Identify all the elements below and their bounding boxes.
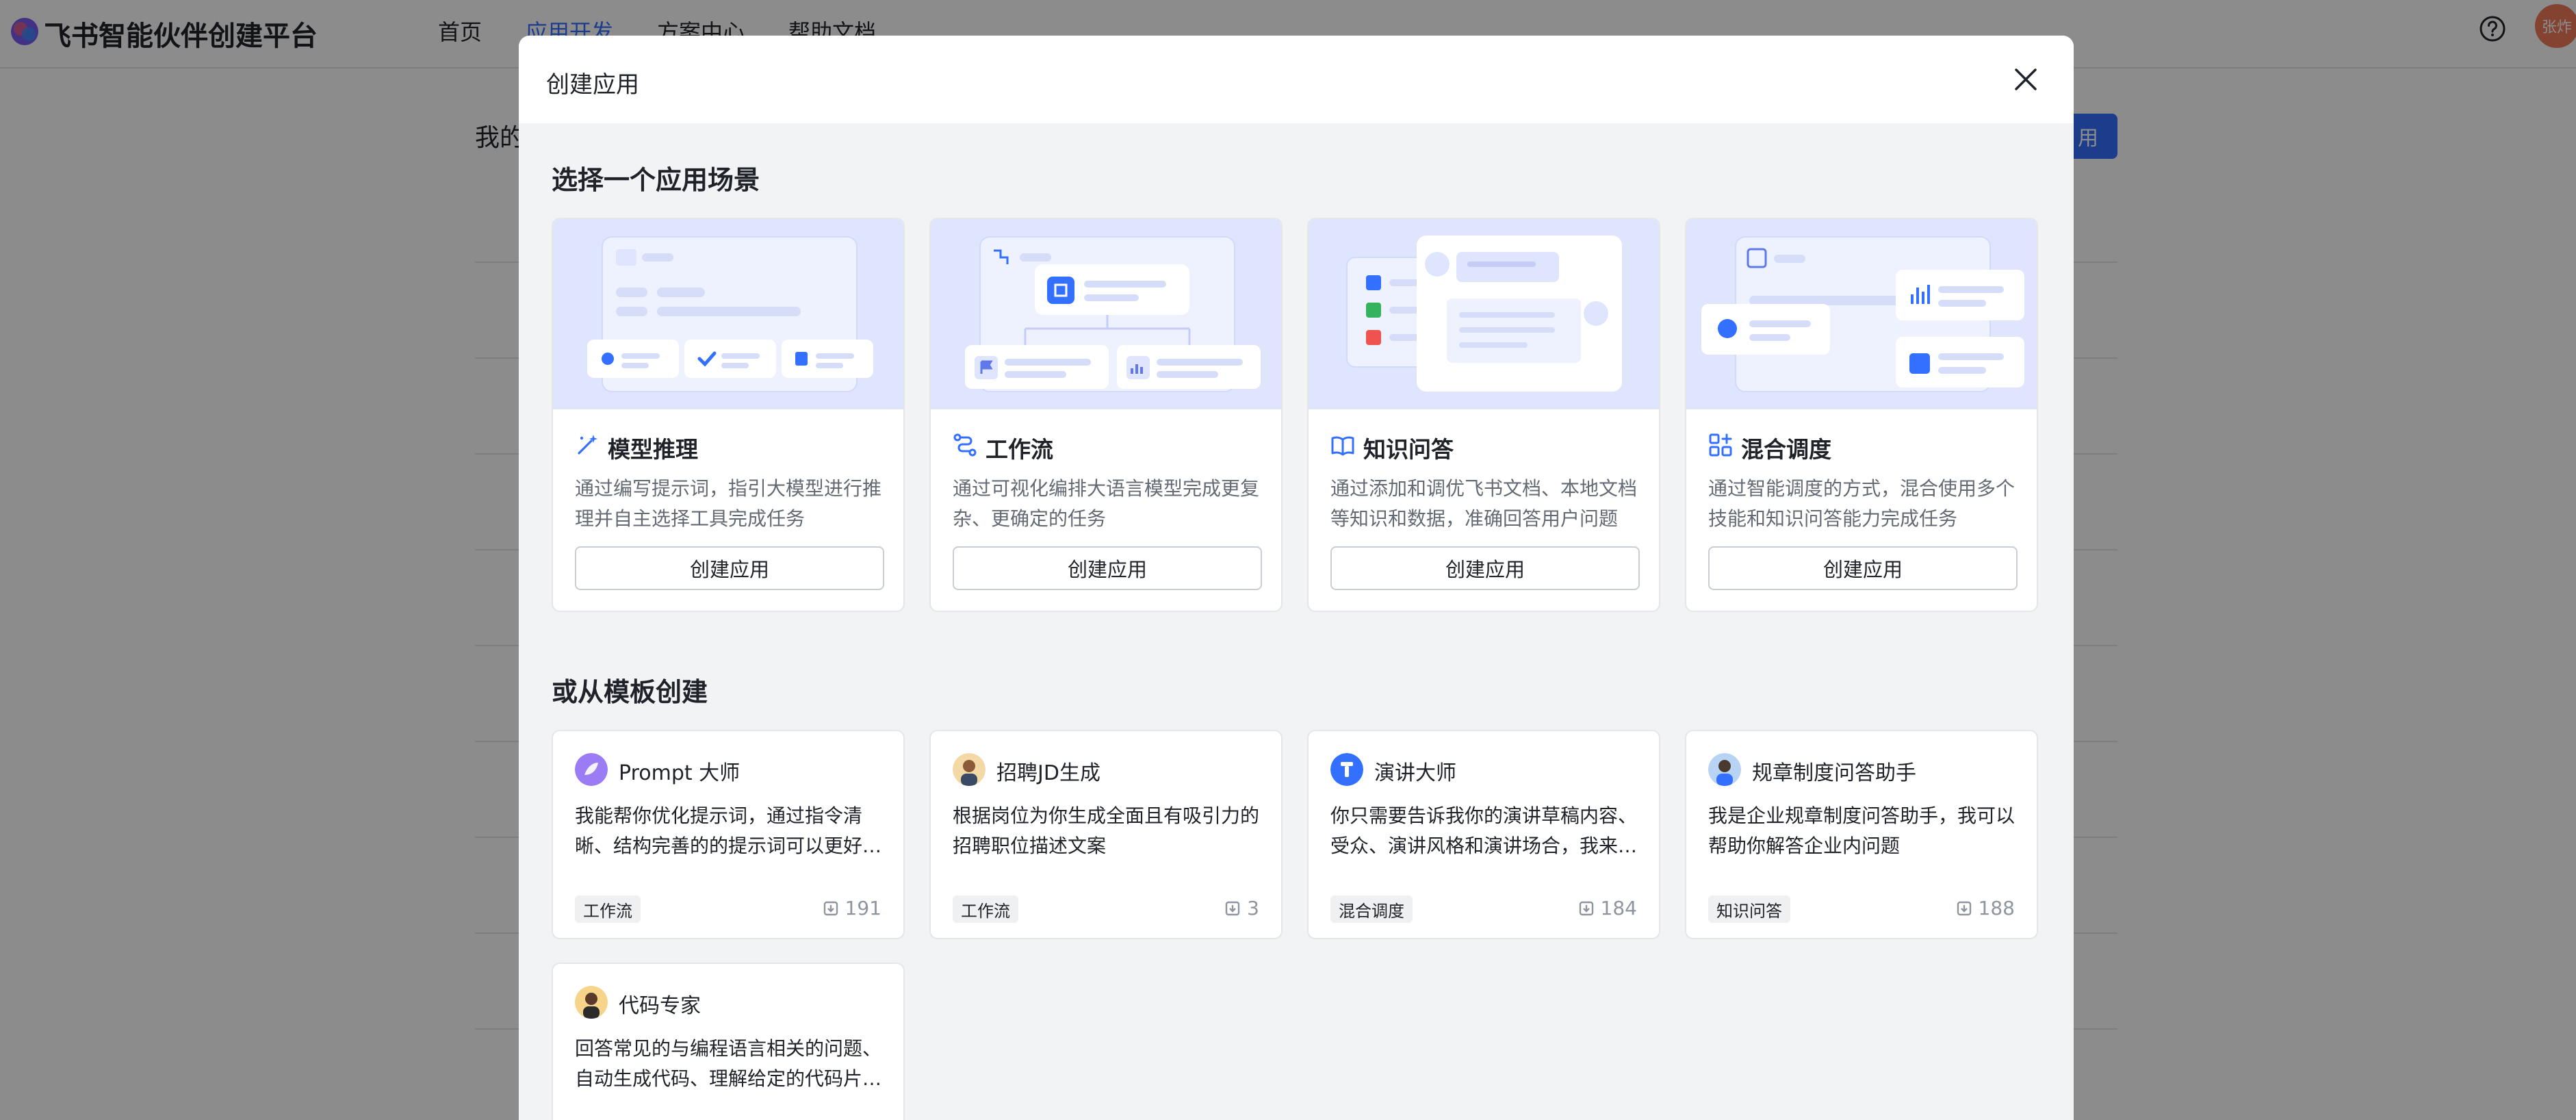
template-description: 我能帮你优化提示词，通过指令清晰、结构完善的的提示词可以更好地引导大模型 [575, 804, 882, 857]
template-tag: 知识问答 [1708, 895, 1790, 923]
template-description: 根据岗位为你生成全面且有吸引力的招聘职位描述文案 [953, 804, 1260, 857]
template-use-count: 188 [1955, 897, 2015, 919]
template-name: 规章制度问答助手 [1752, 761, 1916, 785]
scene-description: 通过编写提示词，指引大模型进行推理并自主选择工具完成任务 [575, 477, 882, 530]
scene-description: 通过可视化编排大语言模型完成更复杂、更确定的任务 [953, 477, 1260, 530]
template-avatar-icon [575, 986, 608, 1019]
create-app-modal: 创建应用 选择一个应用场景 模型推理 通过编写提示词，指引大模型进行推理并自主选… [519, 36, 2074, 1120]
modal-title: 创建应用 [546, 71, 639, 99]
template-use-count: 191 [822, 897, 881, 919]
template-count-value: 184 [1600, 897, 1637, 919]
template-section-title: 或从模板创建 [552, 677, 708, 707]
template-card-code-expert[interactable]: 代码专家 回答常见的与编程语言相关的问题、自动生成代码、理解给定的代码片段并解释 [552, 963, 905, 1120]
template-use-count: 184 [1577, 897, 1637, 919]
scene-card-model-inference[interactable]: 模型推理 通过编写提示词，指引大模型进行推理并自主选择工具完成任务 创建应用 [552, 218, 905, 612]
scene-name: 混合调度 [1741, 436, 1831, 463]
open-book-icon [1331, 436, 1354, 456]
scene-section-title: 选择一个应用场景 [552, 165, 760, 195]
scene-description: 通过添加和调优飞书文档、本地文档等知识和数据，准确回答用户问题 [1330, 477, 1638, 530]
scene-card-knowledge-qa[interactable]: 知识问答 通过添加和调优飞书文档、本地文档等知识和数据，准确回答用户问题 创建应… [1307, 218, 1660, 612]
grid-plus-icon [1709, 433, 1732, 457]
template-avatar-icon [1330, 753, 1363, 786]
usage-count-icon [1957, 901, 1971, 915]
template-tag: 工作流 [953, 895, 1018, 923]
scene-name: 工作流 [986, 436, 1053, 463]
scene-illustration [931, 219, 1281, 409]
template-card-jd-generation[interactable]: 招聘JD生成 根据岗位为你生成全面且有吸引力的招聘职位描述文案 工作流 3 [929, 730, 1283, 939]
template-card-policy-qa-assistant[interactable]: 规章制度问答助手 我是企业规章制度问答助手，我可以帮助你解答企业内问题 知识问答… [1685, 730, 2038, 939]
usage-count-icon [1579, 901, 1593, 915]
template-card-prompt-master[interactable]: Prompt 大师 我能帮你优化提示词，通过指令清晰、结构完善的的提示词可以更好… [552, 730, 905, 939]
template-tag: 工作流 [575, 895, 641, 923]
usage-count-icon [1225, 901, 1240, 915]
template-count-value: 191 [845, 897, 881, 919]
workflow-icon [953, 433, 977, 457]
scene-card-workflow[interactable]: 工作流 通过可视化编排大语言模型完成更复杂、更确定的任务 创建应用 [929, 218, 1283, 612]
template-name: 演讲大师 [1374, 761, 1456, 785]
usage-count-icon [823, 901, 838, 915]
create-app-button[interactable]: 创建应用 [575, 546, 884, 590]
template-avatar-icon [1708, 753, 1741, 786]
template-card-speech-master[interactable]: 演讲大师 你只需要告诉我你的演讲草稿内容、受众、演讲风格和演讲场合，我来帮你润色… [1307, 730, 1660, 939]
template-use-count: 3 [1224, 897, 1259, 919]
template-tag: 混合调度 [1330, 895, 1413, 923]
create-app-button[interactable]: 创建应用 [1708, 546, 2018, 590]
modal-header: 创建应用 [519, 36, 2074, 123]
scene-illustration [1309, 219, 1659, 409]
scene-description: 通过智能调度的方式，混合使用多个技能和知识问答能力完成任务 [1708, 477, 2015, 530]
template-name: 招聘JD生成 [996, 761, 1100, 785]
scene-illustration [553, 219, 903, 409]
template-description: 回答常见的与编程语言相关的问题、自动生成代码、理解给定的代码片段并解释 [575, 1037, 882, 1090]
template-count-value: 188 [1978, 897, 2015, 919]
create-app-button[interactable]: 创建应用 [953, 546, 1262, 590]
template-avatar-icon [953, 753, 986, 786]
magic-wand-icon [578, 435, 597, 455]
template-name: 代码专家 [619, 994, 701, 1018]
close-icon[interactable] [2009, 63, 2042, 96]
template-name: Prompt 大师 [619, 761, 740, 785]
scene-illustration [1686, 219, 2037, 409]
template-count-value: 3 [1247, 897, 1259, 919]
scene-card-hybrid-scheduling[interactable]: 混合调度 通过智能调度的方式，混合使用多个技能和知识问答能力完成任务 创建应用 [1685, 218, 2038, 612]
template-description: 我是企业规章制度问答助手，我可以帮助你解答企业内问题 [1708, 804, 2015, 857]
scene-name: 模型推理 [608, 436, 698, 463]
template-description: 你只需要告诉我你的演讲草稿内容、受众、演讲风格和演讲场合，我来帮你润色 [1330, 804, 1638, 857]
scene-name: 知识问答 [1363, 436, 1454, 463]
template-avatar-icon [575, 753, 608, 786]
create-app-button[interactable]: 创建应用 [1330, 546, 1640, 590]
